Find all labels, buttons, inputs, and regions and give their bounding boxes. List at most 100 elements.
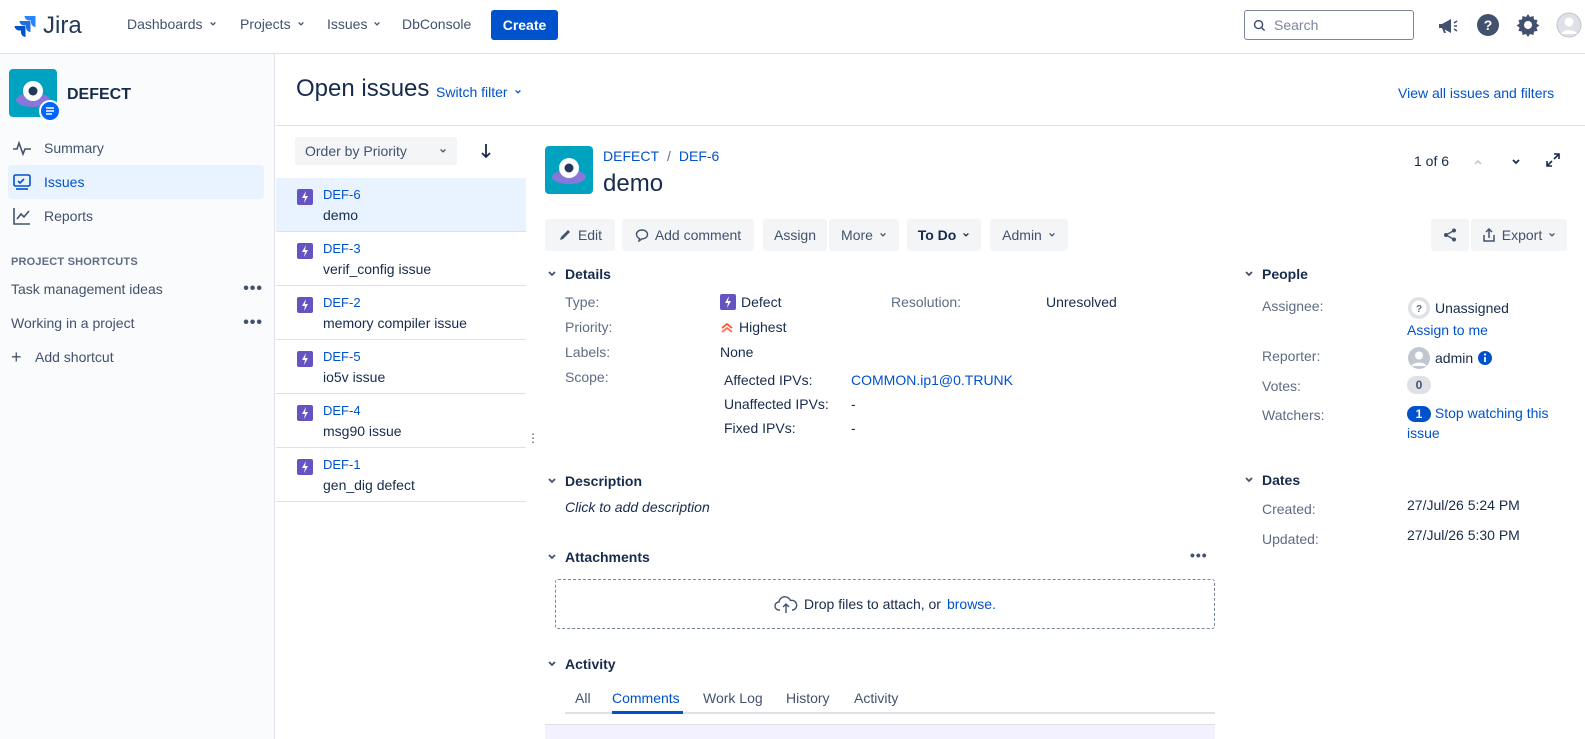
megaphone-icon[interactable]: [1436, 14, 1460, 38]
attachments-more-icon[interactable]: •••: [1190, 547, 1208, 563]
more-options-icon[interactable]: •••: [243, 314, 263, 332]
issue-key: DEF-5: [323, 349, 361, 364]
breadcrumb-issue-link[interactable]: DEF-6: [679, 148, 719, 164]
sidebar-item-issues[interactable]: Issues: [8, 165, 264, 199]
add-shortcut-button[interactable]: + Add shortcut: [11, 342, 263, 372]
description-field[interactable]: Click to add description: [565, 499, 710, 515]
help-icon[interactable]: ?: [1476, 13, 1500, 37]
export-button[interactable]: Export: [1471, 219, 1567, 251]
tab-comments[interactable]: Comments: [612, 690, 680, 706]
issue-list-item[interactable]: DEF-2 memory compiler issue: [276, 286, 526, 340]
tab-history[interactable]: History: [786, 690, 830, 706]
add-comment-button[interactable]: Add comment: [622, 219, 754, 251]
breadcrumb: DEFECT / DEF-6: [603, 148, 719, 164]
chevron-down-icon: [548, 554, 556, 560]
fixed-ipvs-value: -: [851, 420, 856, 436]
attachment-dropzone[interactable]: Drop files to attach, or browse.: [555, 579, 1215, 629]
defect-type-icon: [297, 297, 313, 313]
shortcut-task-management[interactable]: Task management ideas •••: [11, 274, 263, 304]
description-section-toggle[interactable]: Description: [547, 473, 642, 489]
sidebar-item-summary[interactable]: Summary: [8, 131, 264, 165]
tab-activity[interactable]: Activity: [854, 690, 898, 706]
status-label: To Do: [917, 227, 957, 243]
admin-label: Admin: [1002, 227, 1042, 243]
watchers-count-badge: 1: [1407, 406, 1431, 422]
issue-list-item[interactable]: DEF-3 verif_config issue: [276, 232, 526, 286]
chevron-down-icon[interactable]: [1510, 156, 1522, 168]
status-button[interactable]: To Do: [907, 219, 981, 251]
switch-filter-button[interactable]: Switch filter: [436, 84, 522, 100]
search-icon: [1253, 19, 1266, 31]
comment-box[interactable]: [545, 724, 1215, 739]
defect-type-icon: [297, 405, 313, 421]
sidebar-item-label: Issues: [44, 174, 85, 190]
view-all-issues-link[interactable]: View all issues and filters: [1398, 85, 1554, 101]
share-button[interactable]: [1431, 219, 1469, 251]
info-icon[interactable]: [1477, 350, 1493, 366]
edit-button[interactable]: Edit: [545, 219, 615, 251]
stop-watching-link[interactable]: Stop watching this: [1435, 405, 1549, 421]
votes-badge[interactable]: 0: [1407, 376, 1431, 394]
assign-label: Assign: [773, 227, 817, 243]
labels-label: Labels:: [565, 344, 611, 360]
issue-list-item[interactable]: DEF-4 msg90 issue: [276, 394, 526, 448]
jira-logo[interactable]: Jira: [13, 12, 82, 40]
shortcut-label: Task management ideas: [11, 281, 163, 297]
dropzone-text: Drop files to attach, or: [804, 596, 941, 612]
nav-dashboards[interactable]: Dashboards: [127, 16, 217, 32]
nav-dbconsole[interactable]: DbConsole: [402, 16, 471, 32]
assign-button[interactable]: Assign: [763, 219, 827, 251]
search-input[interactable]: Search: [1244, 10, 1414, 40]
details-section-toggle[interactable]: Details: [547, 266, 611, 282]
svg-text:?: ?: [1416, 304, 1422, 315]
stop-watching-link-cont[interactable]: issue: [1407, 425, 1440, 441]
shortcut-working-in-project[interactable]: Working in a project •••: [11, 308, 263, 338]
issue-list-item[interactable]: DEF-1 gen_dig defect: [276, 448, 526, 502]
project-avatar[interactable]: [9, 69, 65, 128]
labels-value: None: [720, 344, 754, 360]
project-avatar-icon: [545, 146, 593, 194]
chevron-up-icon[interactable]: [1472, 156, 1484, 168]
top-navigation: Jira Dashboards Projects Issues DbConsol…: [0, 0, 1585, 54]
chevron-down-icon: [1048, 232, 1055, 237]
project-sidebar: DEFECT Summary Issues Reports PROJECT SH…: [0, 54, 275, 739]
affected-ipvs-link[interactable]: COMMON.ip1@0.TRUNK: [851, 372, 1013, 388]
export-icon: [1483, 227, 1495, 242]
add-comment-label: Add comment: [654, 227, 742, 243]
sidebar-item-reports[interactable]: Reports: [8, 199, 264, 233]
cloud-upload-icon: [774, 596, 798, 613]
attachments-section-toggle[interactable]: Attachments: [547, 549, 650, 565]
settings-gear-icon[interactable]: [1516, 13, 1540, 37]
resize-handle[interactable]: ⋮: [527, 432, 539, 444]
profile-avatar[interactable]: [1556, 12, 1582, 38]
activity-title: Activity: [565, 656, 616, 672]
defect-type-icon: [297, 189, 313, 205]
activity-section-toggle[interactable]: Activity: [547, 656, 616, 672]
unassigned-avatar-icon: ?: [1408, 297, 1430, 319]
more-options-icon[interactable]: •••: [243, 280, 263, 298]
dates-section-toggle[interactable]: Dates: [1244, 472, 1300, 488]
tab-work-log[interactable]: Work Log: [703, 690, 763, 706]
issue-key: DEF-1: [323, 457, 361, 472]
expand-icon[interactable]: [1545, 152, 1561, 168]
issue-list-item[interactable]: DEF-5 io5v issue: [276, 340, 526, 394]
watchers-value[interactable]: 1 Stop watching this issue: [1407, 403, 1577, 443]
assign-to-me-link[interactable]: Assign to me: [1407, 322, 1488, 338]
nav-issues[interactable]: Issues: [327, 16, 381, 32]
reporter-label: Reporter:: [1262, 348, 1321, 364]
breadcrumb-project-link[interactable]: DEFECT: [603, 148, 659, 164]
admin-button[interactable]: Admin: [990, 219, 1068, 251]
nav-projects[interactable]: Projects: [240, 16, 305, 32]
issue-summary: gen_dig defect: [323, 477, 415, 493]
issue-list-item[interactable]: DEF-6 demo: [276, 178, 526, 232]
create-button[interactable]: Create: [491, 10, 558, 40]
chevron-down-icon: [1549, 232, 1556, 237]
edit-label: Edit: [577, 227, 603, 243]
page-title: Open issues: [296, 75, 430, 102]
tab-all[interactable]: All: [575, 690, 591, 706]
issue-key: DEF-6: [323, 187, 361, 202]
people-section-toggle[interactable]: People: [1244, 266, 1308, 282]
reporter-value[interactable]: admin: [1407, 346, 1493, 370]
browse-link[interactable]: browse.: [947, 596, 996, 612]
more-button[interactable]: More: [829, 219, 899, 251]
